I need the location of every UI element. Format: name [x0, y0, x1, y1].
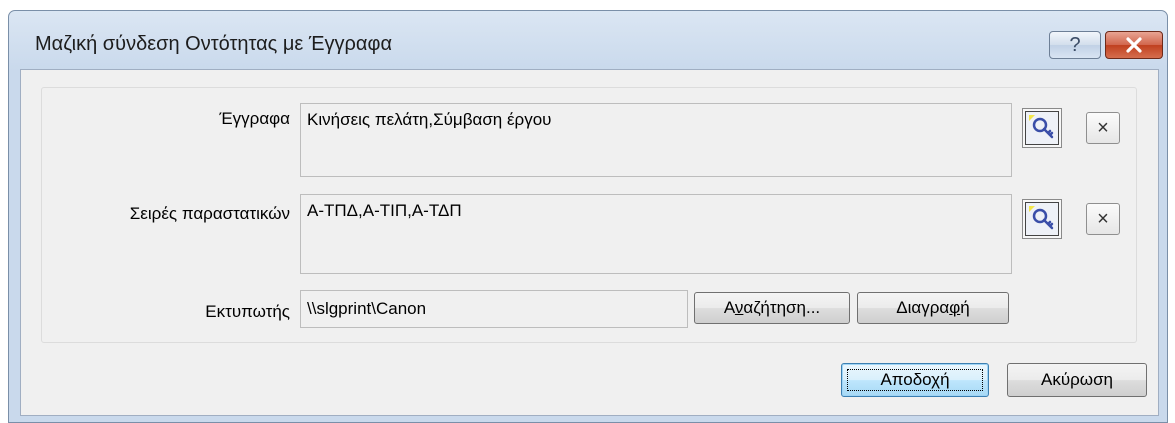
printer-label: Εκτυπωτής	[205, 302, 290, 321]
series-label: Σειρές παραστατικών	[129, 204, 290, 223]
series-clear-button[interactable]: ×	[1086, 203, 1120, 235]
printer-field[interactable]: \\slgprint\Canon	[300, 290, 688, 328]
help-button[interactable]: ?	[1049, 31, 1101, 59]
clear-icon: ×	[1097, 207, 1109, 230]
form-group: Έγγραφα Κινήσεις πελάτη,Σύμβαση έργου × …	[41, 87, 1137, 343]
title-bar[interactable]: Μαζική σύνδεση Οντότητας με Έγγραφα ?	[9, 11, 1167, 69]
close-button[interactable]	[1105, 31, 1163, 59]
series-field[interactable]: Α-ΤΠΔ,Α-ΤΙΠ,Α-ΤΔΠ	[300, 194, 1012, 274]
dialog-window: Μαζική σύνδεση Οντότητας με Έγγραφα ? Έγ…	[8, 10, 1168, 423]
documents-field[interactable]: Κινήσεις πελάτη,Σύμβαση έργου	[300, 103, 1012, 177]
documents-lookup-button[interactable]	[1022, 108, 1062, 148]
printer-delete-button[interactable]: Διαγραφή	[857, 292, 1009, 324]
printer-search-button[interactable]: Αναζήτηση...	[694, 292, 850, 324]
series-lookup-button[interactable]	[1022, 199, 1062, 239]
close-icon	[1126, 37, 1142, 53]
window-title: Μαζική σύνδεση Οντότητας με Έγγραφα	[35, 33, 393, 55]
clear-icon: ×	[1097, 116, 1109, 139]
printer-delete-label: Διαγραφή	[896, 298, 970, 317]
key-search-icon	[1029, 206, 1054, 230]
documents-label: Έγγραφα	[219, 109, 290, 128]
cancel-label: Ακύρωση	[1040, 370, 1114, 389]
focus-indicator	[847, 369, 983, 391]
ok-button[interactable]: Αποδοχή	[841, 363, 989, 397]
cancel-button[interactable]: Ακύρωση	[1007, 363, 1147, 397]
help-icon: ?	[1069, 33, 1081, 56]
key-search-icon	[1029, 115, 1054, 139]
printer-search-label: Αναζήτηση...	[723, 298, 821, 317]
dialog-client-area: Έγγραφα Κινήσεις πελάτη,Σύμβαση έργου × …	[20, 69, 1159, 416]
documents-clear-button[interactable]: ×	[1086, 112, 1120, 144]
